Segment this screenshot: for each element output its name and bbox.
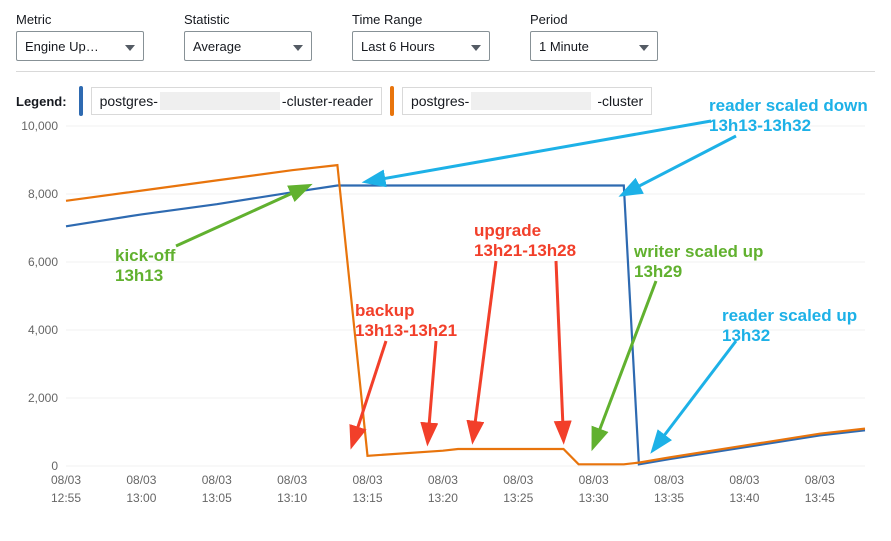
svg-text:2,000: 2,000 (28, 391, 58, 405)
annotation-backup: backup 13h13-13h21 (355, 301, 457, 340)
svg-text:13:35: 13:35 (654, 491, 684, 505)
caret-down-icon (293, 39, 303, 54)
svg-text:08/03: 08/03 (654, 473, 684, 487)
annotation-reader-up-l2: 13h32 (722, 326, 857, 346)
redacted-text (471, 92, 591, 110)
annotation-reader-down: reader scaled down 13h13-13h32 (709, 96, 868, 135)
svg-text:13:45: 13:45 (805, 491, 835, 505)
annotation-upgrade: upgrade 13h21-13h28 (474, 221, 576, 260)
svg-text:8,000: 8,000 (28, 187, 58, 201)
annotation-reader-up-l1: reader scaled up (722, 306, 857, 326)
period-label: Period (530, 12, 658, 27)
svg-text:13:10: 13:10 (277, 491, 307, 505)
controls-bar: Metric Engine Up… Statistic Average Time… (16, 12, 875, 72)
annotation-kickoff-l2: 13h13 (115, 266, 175, 286)
svg-text:13:20: 13:20 (428, 491, 458, 505)
svg-text:0: 0 (51, 459, 58, 473)
annotation-kickoff-l1: kick-off (115, 246, 175, 266)
svg-text:08/03: 08/03 (277, 473, 307, 487)
statistic-select[interactable]: Average (184, 31, 312, 61)
svg-text:08/03: 08/03 (503, 473, 533, 487)
timerange-select[interactable]: Last 6 Hours (352, 31, 490, 61)
legend-series-0-suffix: -cluster-reader (282, 93, 373, 109)
period-select-value: 1 Minute (539, 39, 589, 54)
statistic-label: Statistic (184, 12, 312, 27)
chart: 0 2,000 4,000 6,000 8,000 10,000 08/03 12:55 08/… (16, 116, 875, 526)
svg-text:13:30: 13:30 (579, 491, 609, 505)
annotation-backup-l1: backup (355, 301, 457, 321)
annotation-upgrade-l1: upgrade (474, 221, 576, 241)
svg-text:13:00: 13:00 (126, 491, 156, 505)
svg-text:08/03: 08/03 (51, 473, 81, 487)
metric-select-value: Engine Up… (25, 39, 99, 54)
legend-series-0[interactable]: postgres- -cluster-reader (91, 87, 382, 115)
metric-label: Metric (16, 12, 144, 27)
timerange-select-value: Last 6 Hours (361, 39, 435, 54)
caret-down-icon (125, 39, 135, 54)
svg-text:08/03: 08/03 (428, 473, 458, 487)
redacted-text (160, 92, 280, 110)
timerange-label: Time Range (352, 12, 490, 27)
annotation-reader-down-l2: 13h13-13h32 (709, 116, 868, 136)
legend-series-1-prefix: postgres- (411, 93, 469, 109)
annotation-upgrade-l2: 13h21-13h28 (474, 241, 576, 261)
svg-text:6,000: 6,000 (28, 255, 58, 269)
svg-text:08/03: 08/03 (805, 473, 835, 487)
svg-text:13:40: 13:40 (729, 491, 759, 505)
annotation-writer-up-l2: 13h29 (634, 262, 763, 282)
annotation-writer-up: writer scaled up 13h29 (634, 242, 763, 281)
legend-swatch-0 (79, 86, 83, 116)
caret-down-icon (639, 39, 649, 54)
svg-text:08/03: 08/03 (729, 473, 759, 487)
svg-text:08/03: 08/03 (352, 473, 382, 487)
svg-text:08/03: 08/03 (202, 473, 232, 487)
legend-series-1-suffix: -cluster (597, 93, 643, 109)
svg-text:13:25: 13:25 (503, 491, 533, 505)
annotation-reader-up: reader scaled up 13h32 (722, 306, 857, 345)
legend-series-0-prefix: postgres- (100, 93, 158, 109)
svg-text:4,000: 4,000 (28, 323, 58, 337)
svg-text:08/03: 08/03 (126, 473, 156, 487)
annotation-reader-down-l1: reader scaled down (709, 96, 868, 116)
caret-down-icon (471, 39, 481, 54)
annotation-backup-l2: 13h13-13h21 (355, 321, 457, 341)
svg-text:13:05: 13:05 (202, 491, 232, 505)
legend-swatch-1 (390, 86, 394, 116)
legend-title: Legend: (16, 94, 67, 109)
svg-text:08/03: 08/03 (579, 473, 609, 487)
metric-select[interactable]: Engine Up… (16, 31, 144, 61)
svg-text:10,000: 10,000 (21, 119, 58, 133)
annotation-writer-up-l1: writer scaled up (634, 242, 763, 262)
period-select[interactable]: 1 Minute (530, 31, 658, 61)
svg-text:12:55: 12:55 (51, 491, 81, 505)
legend-series-1[interactable]: postgres- -cluster (402, 87, 652, 115)
svg-text:13:15: 13:15 (352, 491, 382, 505)
statistic-select-value: Average (193, 39, 241, 54)
annotation-kickoff: kick-off 13h13 (115, 246, 175, 285)
